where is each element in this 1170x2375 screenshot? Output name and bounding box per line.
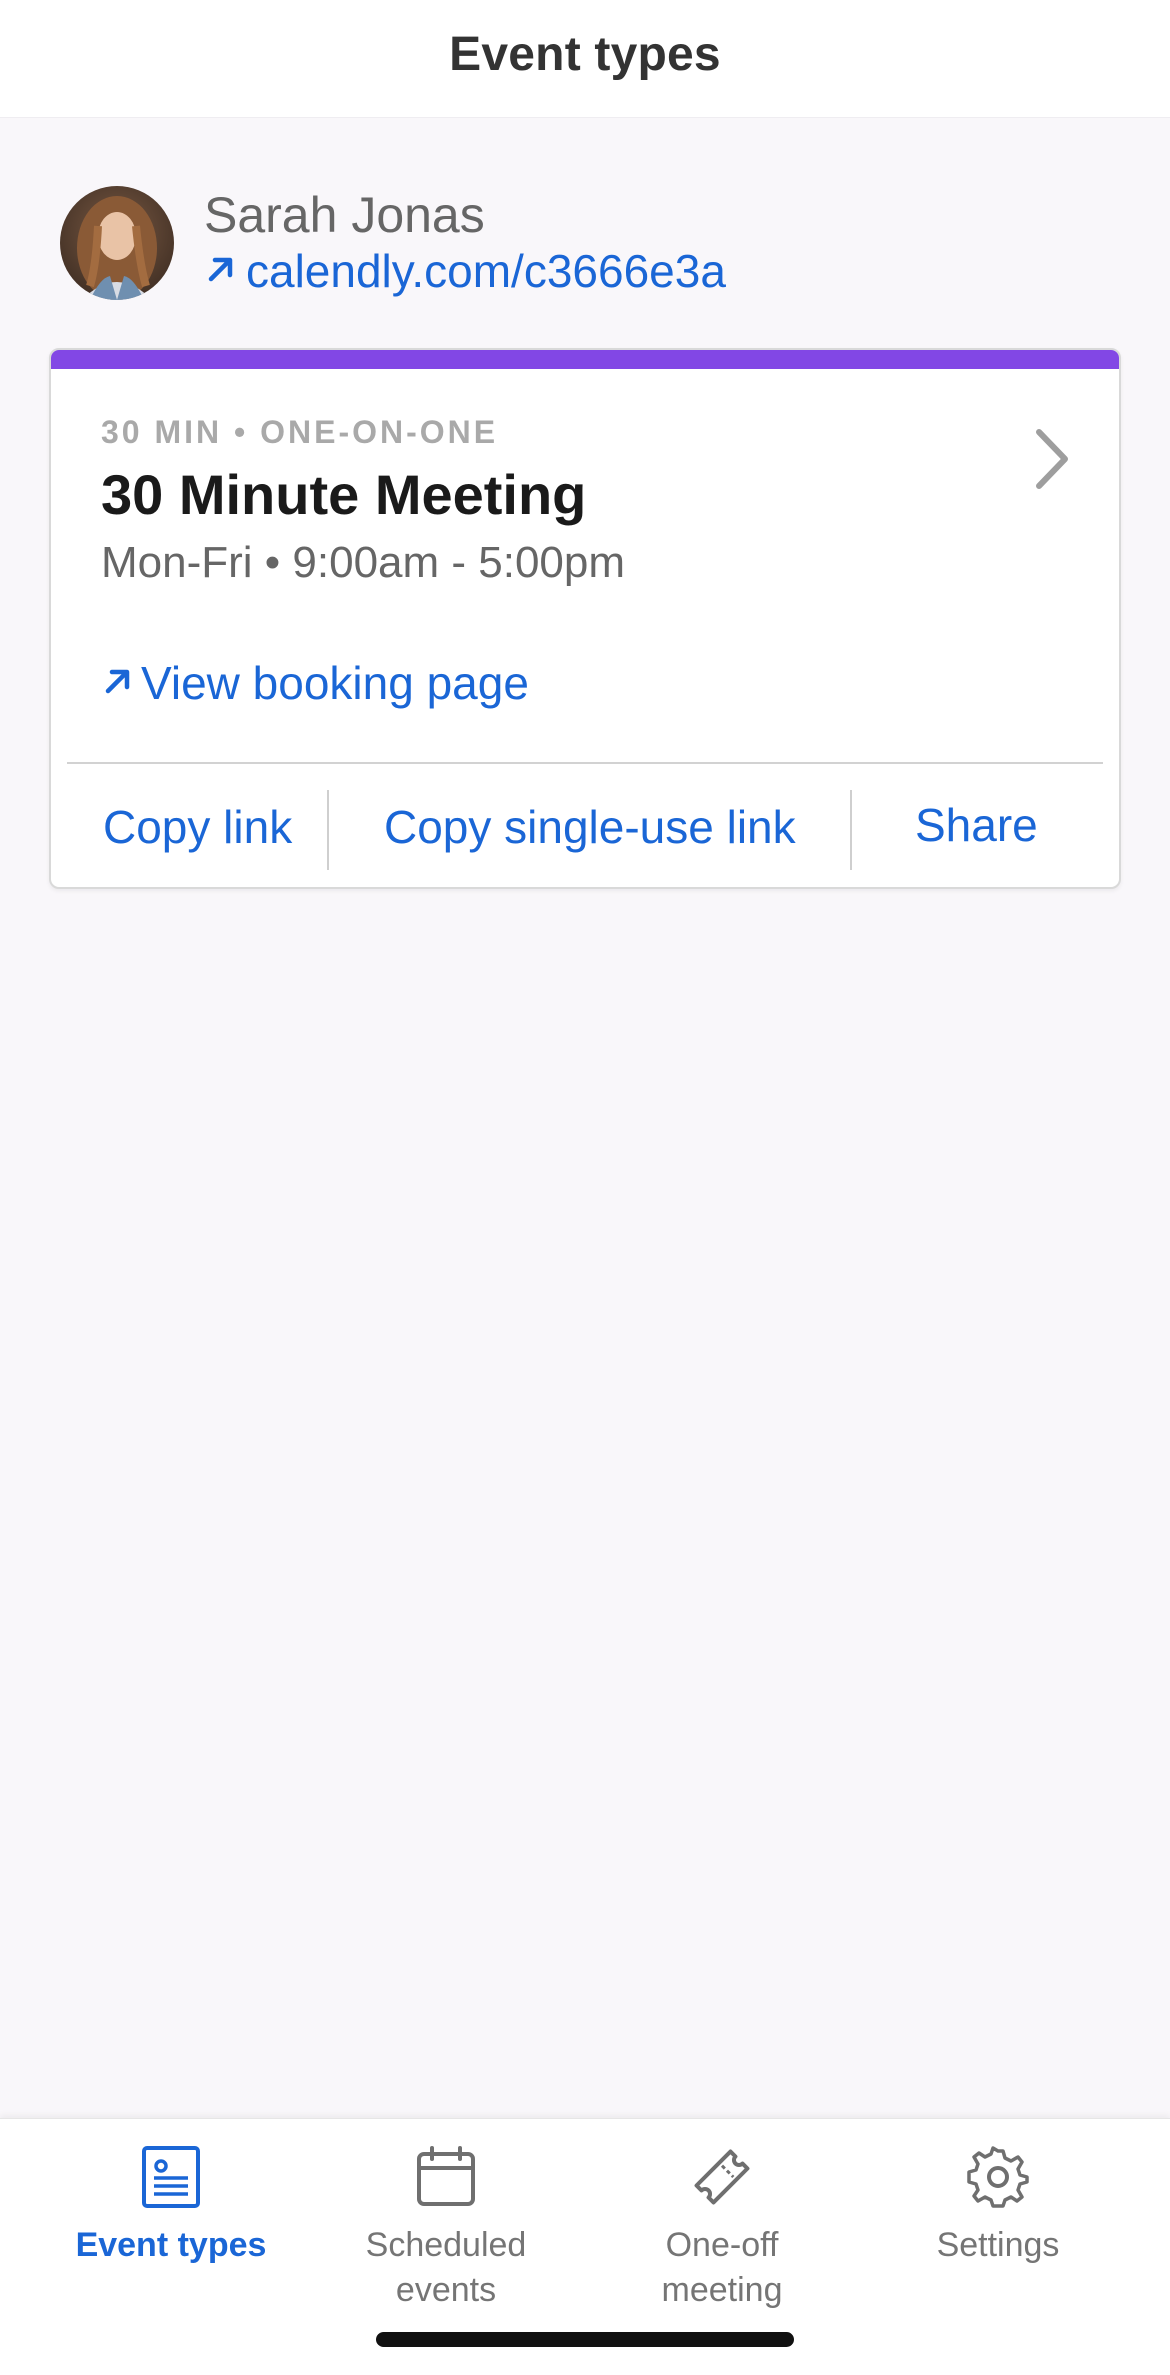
profile-section: Sarah Jonas calendly.com/c3666e3a — [60, 186, 726, 300]
card-accent-bar — [51, 350, 1119, 369]
share-button[interactable]: Share — [915, 798, 1038, 852]
event-types-icon — [139, 2145, 203, 2209]
nav-label: One-off meeting — [661, 2226, 783, 2309]
arrow-up-right-icon — [204, 252, 238, 291]
home-indicator — [376, 2332, 794, 2347]
top-header: Event types — [0, 0, 1170, 118]
calendar-icon — [414, 2145, 478, 2209]
card-actions: Copy link Copy single-use link Share — [51, 764, 1119, 887]
nav-one-off-meeting[interactable]: One-off meeting — [587, 2145, 857, 2313]
nav-label: Settings — [936, 2226, 1060, 2264]
view-booking-page-link[interactable]: View booking page — [101, 656, 529, 710]
arrow-up-right-icon — [101, 664, 135, 703]
profile-name: Sarah Jonas — [204, 187, 485, 243]
event-type-card[interactable]: 30 MIN • ONE-ON-ONE 30 Minute Meeting Mo… — [49, 348, 1121, 889]
profile-link[interactable]: calendly.com/c3666e3a — [204, 243, 726, 299]
nav-scheduled-events[interactable]: Scheduled events — [311, 2145, 581, 2313]
nav-settings[interactable]: Settings — [863, 2145, 1133, 2268]
nav-label: Scheduled events — [365, 2226, 527, 2309]
event-title: 30 Minute Meeting — [101, 463, 587, 526]
action-separator — [850, 790, 852, 870]
copy-link-button[interactable]: Copy link — [103, 800, 292, 854]
page-title: Event types — [449, 28, 721, 81]
ticket-icon — [690, 2145, 754, 2209]
view-booking-label: View booking page — [141, 657, 529, 709]
copy-single-use-link-button[interactable]: Copy single-use link — [384, 800, 796, 854]
action-separator — [327, 790, 329, 870]
profile-link-text: calendly.com/c3666e3a — [246, 245, 726, 297]
event-meta: 30 MIN • ONE-ON-ONE — [101, 414, 499, 450]
event-schedule: Mon-Fri • 9:00am - 5:00pm — [101, 538, 626, 587]
nav-event-types[interactable]: Event types — [36, 2145, 306, 2268]
avatar[interactable] — [60, 186, 174, 300]
gear-icon — [966, 2145, 1030, 2209]
chevron-right-icon[interactable] — [1027, 424, 1077, 494]
nav-label: Event types — [75, 2226, 267, 2264]
